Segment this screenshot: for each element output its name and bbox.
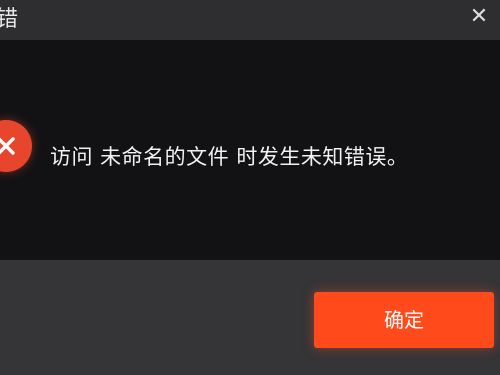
error-dialog: 错 ✕ 访问 未命名的文件 时发生未知错误。 确定 bbox=[0, 0, 500, 375]
confirm-button[interactable]: 确定 bbox=[314, 292, 494, 348]
title-bar: 错 ✕ bbox=[0, 0, 500, 40]
close-icon[interactable]: ✕ bbox=[466, 4, 492, 30]
dialog-footer: 确定 bbox=[0, 260, 500, 375]
message-area: 访问 未命名的文件 时发生未知错误。 bbox=[0, 40, 500, 260]
error-message: 访问 未命名的文件 时发生未知错误。 bbox=[50, 145, 409, 169]
error-icon bbox=[0, 120, 32, 172]
dialog-title: 错 bbox=[0, 7, 19, 32]
